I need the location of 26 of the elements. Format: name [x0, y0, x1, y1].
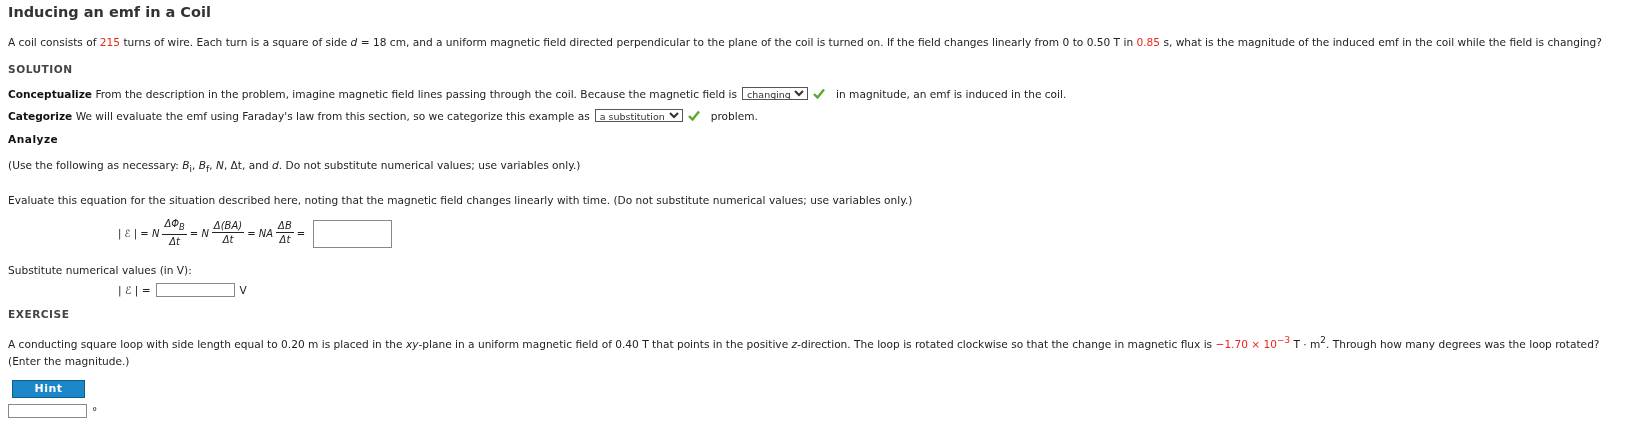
equation-term: | ℰ | = N [118, 228, 160, 240]
step-text: Conceptualize From the description in the problem, imagine magnetic field lines passing through the coil. Because the magnetic field is [8, 87, 738, 100]
instruction-text: Substitute numerical values (in V): [8, 263, 193, 279]
equation-term: = N [189, 228, 209, 240]
equation-term: = [296, 228, 306, 240]
answer-dropdown[interactable]: a substitution [594, 109, 683, 122]
hint-button[interactable]: Hint [12, 379, 85, 398]
unit-label: V [239, 284, 247, 297]
fraction: ΔΦ$_{B}$ Δt [162, 217, 187, 250]
equation: | ℰ | = [118, 284, 151, 297]
page-title: Inducing an emf in a Coil [8, 4, 212, 20]
instruction-text: (Use the following as necessary: B$_{i}$, B$_{f}$, N, Δt, and d. Do not substitute numerical values; use variables only.) [8, 158, 582, 177]
step-text: in magnitude, an emf is induced in the coil. [836, 87, 1067, 100]
answer-dropdown[interactable]: changing [742, 87, 809, 100]
fraction: Δ(BA) Δt [211, 219, 245, 248]
section-heading: Analyze [8, 133, 60, 145]
instruction-text: Evaluate this equation for the situation described here, noting that the magnetic field changes linearly with time. (Do not substitute numerical values; use variables only.) [8, 193, 914, 209]
step-text: Categorize We will evaluate the emf using Faraday's law from this section, so we categorize this example as [8, 109, 590, 122]
exercise-text: A conducting square loop with side length equal to 0.20 m is placed in the xy-plane in a uniform magnetic field of 0.40 T that points in the positive z-direction. The loop is rotated clockwise so that the change in magnetic flux is −1.70 × 10$^{−3}$ T · m$^{2}$. Through how many degrees was the loop rotated? (Enter the magnitude.) [8, 334, 1601, 369]
problem-text: A coil consists of 215 turns of wire. Each turn is a square of side d = 18 cm, and a uniform magnetic field directed perpendicular to the plane of the coil is turned on. If the field changes linearly from 0 to 0.50 T in 0.85 s, what is the magnitude of the induced emf in the coil while the field is changing? [8, 35, 1603, 50]
fraction: ΔB Δt [276, 219, 294, 248]
section-heading: EXERCISE [8, 308, 71, 321]
section-heading: SOLUTION [8, 63, 74, 75]
equation-term: = NA [247, 228, 274, 240]
unit-label: ° [92, 404, 98, 417]
step-text: problem. [710, 109, 758, 122]
